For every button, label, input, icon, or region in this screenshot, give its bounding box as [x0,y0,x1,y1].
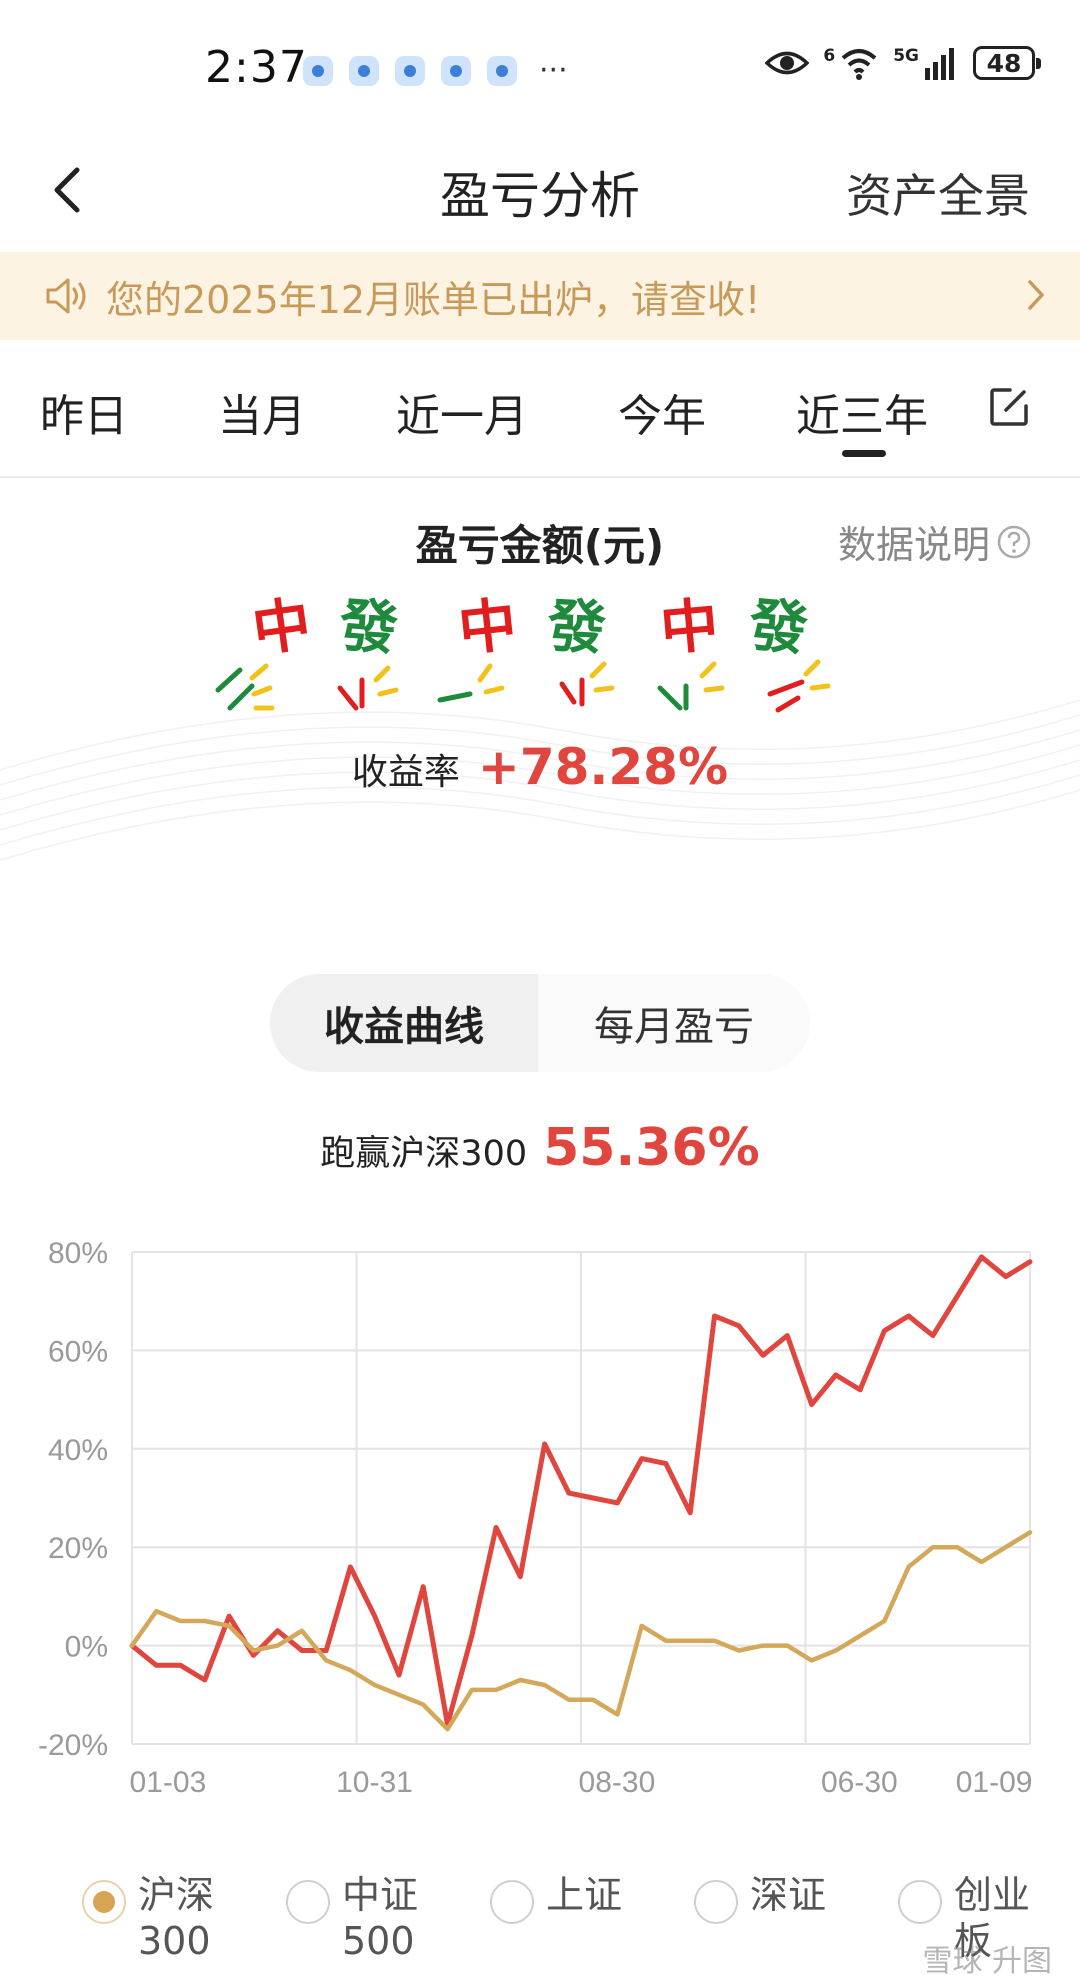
notice-bar[interactable]: 您的2025年12月账单已出炉，请查收! [0,252,1080,340]
return-rate-label: 收益率 [351,752,460,793]
asset-overview-link[interactable]: 资产全景 [846,160,1030,226]
watermark-text: 雪球 升图 [922,1944,1052,1976]
radio-checked-icon [82,1880,126,1924]
chart-y-tick-label: -20% [38,1729,108,1762]
status-notification-icons: ··· [303,56,568,86]
status-bar: 2:37 ··· 6 5G 48 [0,0,1080,130]
chart-y-tick-label: 0% [65,1631,108,1664]
chart-y-tick-label: 60% [48,1335,108,1368]
beat-benchmark-value: 55.36% [543,1118,760,1178]
active-tab-indicator [842,450,886,457]
notification-app-icon [395,56,425,86]
profit-summary: 盈亏金额(元) 数据说明 中 發 中 發 中 發 收益率 +78.28% [0,480,1080,950]
beat-benchmark: 跑赢沪深300 55.36% [0,1118,1080,1178]
benchmark-legend: 沪深300 中证500 上证 深证 创业板 [0,1868,1080,1976]
legend-label: 中证500 [342,1873,419,1963]
eye-comfort-icon [765,48,810,78]
legend-item-csi500[interactable]: 中证500 [286,1868,466,1976]
data-note-link[interactable]: 数据说明 [838,514,1032,569]
notice-text: 您的2025年12月账单已出炉，请查收! [106,277,761,322]
tab-yesterday[interactable]: 昨日 [40,380,128,444]
return-rate: 收益率 +78.28% [0,738,1080,796]
chart-y-tick-label: 80% [48,1237,108,1270]
return-curve-chart[interactable]: 80% 60% 40% 20% 0% -20% 01-03 10-31 08-30 06-30 01… [0,1220,1080,1800]
chart-mode-switch: 收益曲线 每月盈亏 [270,974,810,1072]
legend-item-shenzhen[interactable]: 深证 [694,1868,874,1976]
chart-x-tick-label: 10-31 [336,1766,413,1799]
legend-label: 深证 [750,1873,827,1917]
chevron-right-icon [1028,280,1044,310]
tab-return-curve[interactable]: 收益曲线 [270,974,538,1072]
legend-label: 上证 [546,1873,623,1917]
tab-last-month[interactable]: 近一月 [396,380,528,444]
battery-indicator: 48 [973,46,1041,80]
edit-icon[interactable] [988,386,1030,428]
beat-benchmark-label: 跑赢沪深300 [320,1134,528,1174]
chart-x-tick-label: 06-30 [821,1766,898,1799]
wifi-icon [839,46,879,80]
watermark: 雪球 升图 [922,1936,1052,1976]
chart-y-tick-label: 40% [48,1434,108,1467]
tab-this-month[interactable]: 当月 [218,380,306,444]
notification-app-icon [487,56,517,86]
legend-item-csi300[interactable]: 沪深300 [82,1868,262,1976]
status-time: 2:37 [205,42,308,93]
hidden-amount-mahjong: 中 發 中 發 中 發 [190,580,840,750]
speaker-icon [46,278,86,314]
legend-item-shanghai[interactable]: 上证 [490,1868,670,1976]
notification-app-icon [349,56,379,86]
legend-label: 沪深300 [138,1873,215,1963]
status-right-cluster: 6 5G 48 [765,46,1041,80]
more-notifications-icon: ··· [539,53,568,88]
radio-unchecked-icon [694,1880,738,1924]
radio-unchecked-icon [898,1880,942,1924]
notification-app-icon [441,56,471,86]
tab-monthly-pnl[interactable]: 每月盈亏 [538,974,810,1072]
chart-y-tick-label: 20% [48,1532,108,1565]
chart-x-tick-label: 01-09 [956,1766,1033,1799]
radio-unchecked-icon [490,1880,534,1924]
notification-app-icon [303,56,333,86]
wifi-tag: 6 [823,46,836,66]
network-type: 5G [893,46,919,66]
tab-this-year[interactable]: 今年 [618,380,706,444]
nav-header: 盈亏分析 资产全景 [0,130,1080,252]
data-note-label: 数据说明 [837,523,990,567]
return-rate-value: +78.28% [477,738,729,796]
period-tabs: 昨日 当月 近一月 今年 近三年 [0,340,1080,478]
sparkle-decoration [215,659,831,713]
signal-icon [923,46,959,80]
radio-unchecked-icon [286,1880,330,1924]
help-icon [997,525,1031,558]
profit-analysis-page: 2:37 ··· 6 5G 48 盈亏分析 资产全景 您的2025年12月账单已… [0,0,1080,1976]
chart-x-tick-label: 08-30 [579,1766,656,1799]
chart-x-tick-label: 01-03 [130,1766,207,1799]
tab-last-three-years[interactable]: 近三年 [796,380,928,444]
